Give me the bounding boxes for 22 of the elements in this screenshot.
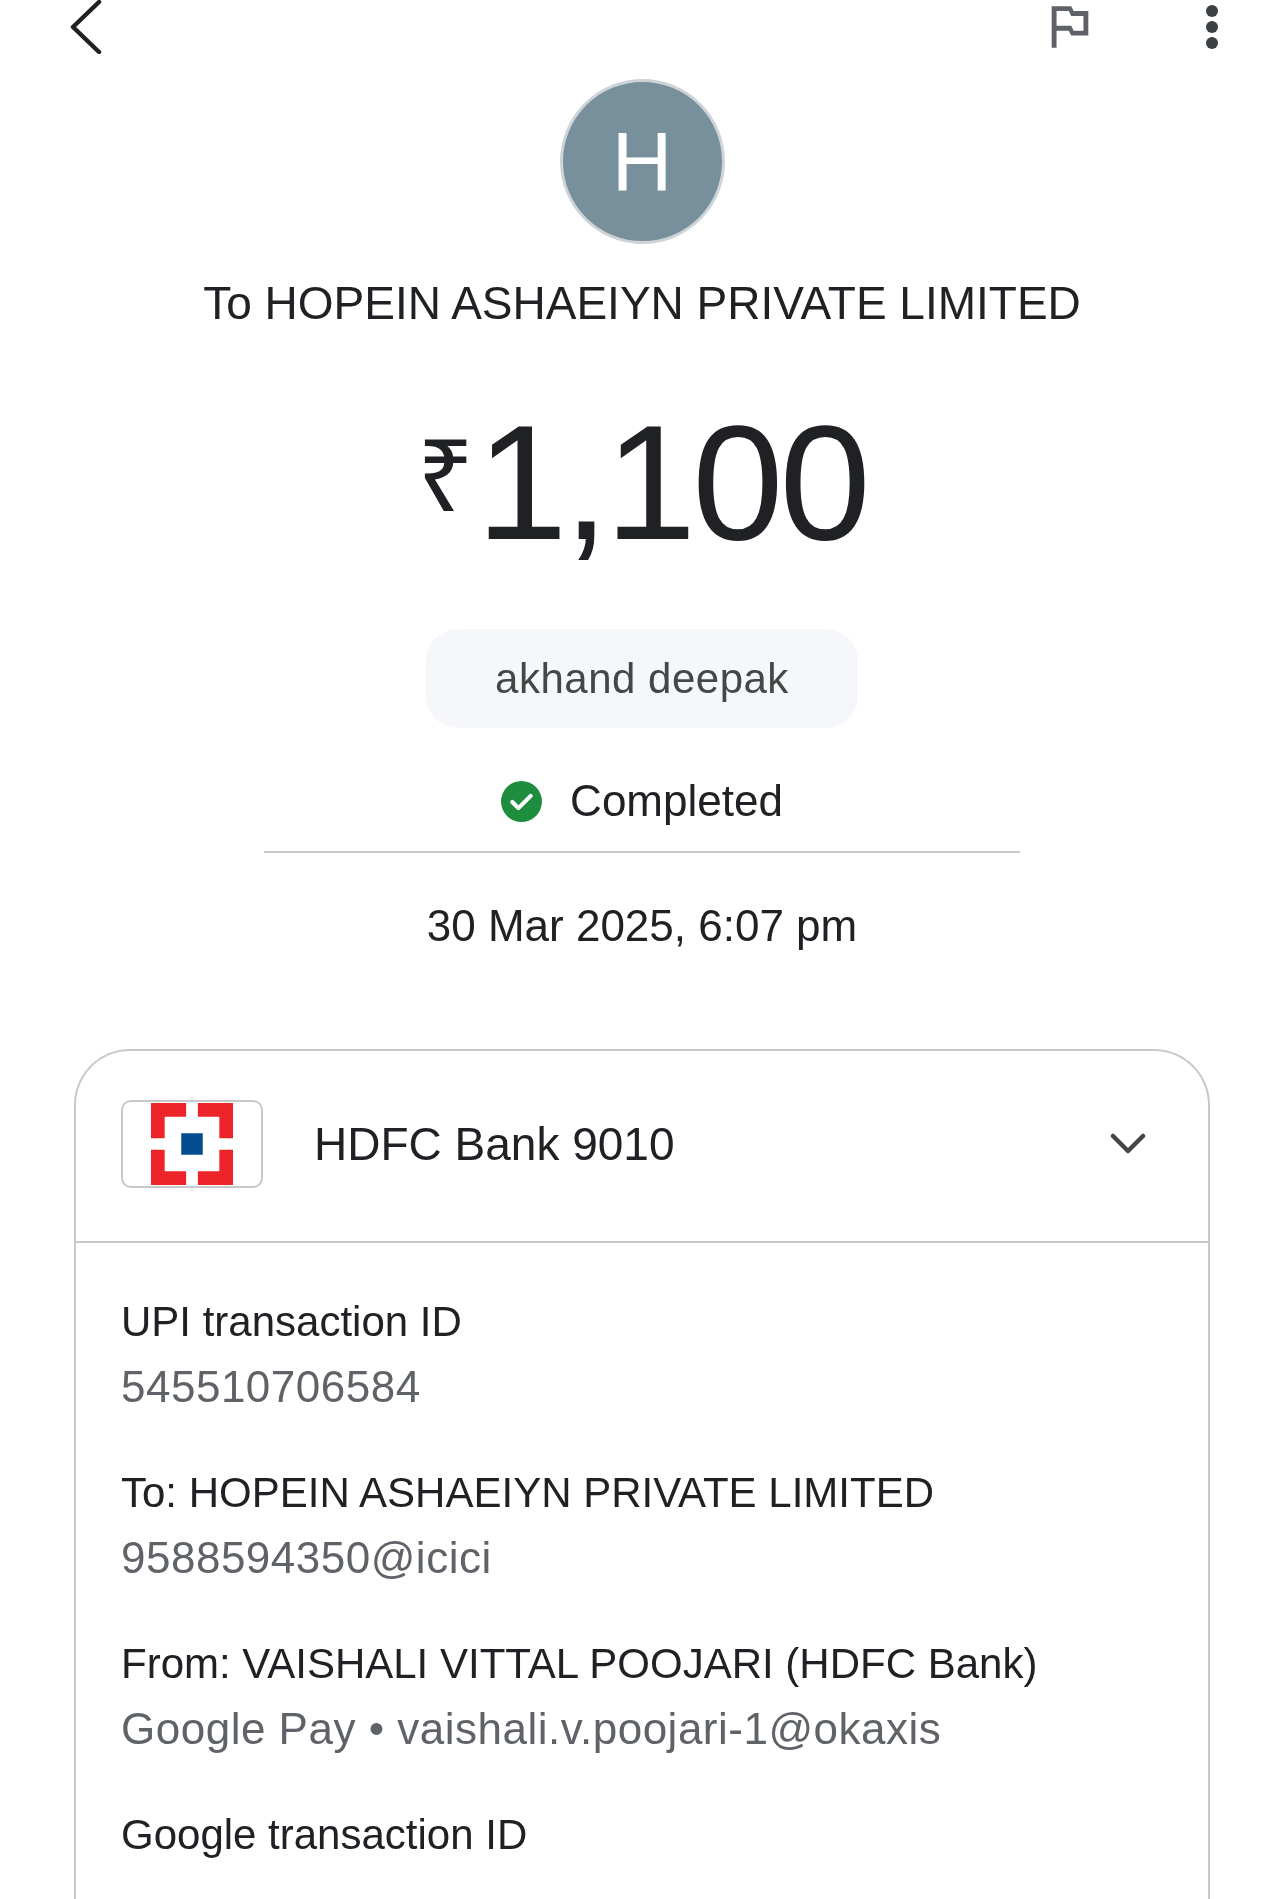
three-dots-icon [1205,4,1219,50]
chevron-down-icon [1110,1132,1146,1156]
detail-label: To: HOPEIN ASHAEIYN PRIVATE LIMITED [121,1468,934,1518]
transaction-date: 30 Mar 2025, 6:07 pm [426,900,858,952]
detail-label: Google transaction ID [121,1810,528,1860]
detail-label: UPI transaction ID [121,1297,462,1347]
currency-symbol: ₹ [417,426,475,526]
bank-account-name: HDFC Bank 9010 [314,1117,675,1172]
amount-value: 1,100 [476,401,867,565]
detail-value: Google Pay • vaishali.v.poojari-1@okaxis [121,1704,942,1754]
payment-note: akhand deepak [426,629,858,728]
avatar-initial: H [559,79,725,244]
chevron-left-icon [68,0,102,54]
recipient-title: To HOPEIN ASHAEIYN PRIVATE LIMITED [203,276,1081,331]
detail-label: From: VAISHALI VITTAL POOJARI (HDFC Bank) [121,1639,1038,1689]
detail-value: 9588594350@icici [121,1533,492,1583]
status-label: Completed [570,775,783,827]
flag-icon [1050,5,1090,49]
bank-account-row[interactable]: HDFC Bank 9010 [76,1051,1208,1243]
bank-logo-icon [121,1100,263,1188]
detail-value: 545510706584 [121,1362,421,1412]
check-circle-icon [501,780,543,822]
